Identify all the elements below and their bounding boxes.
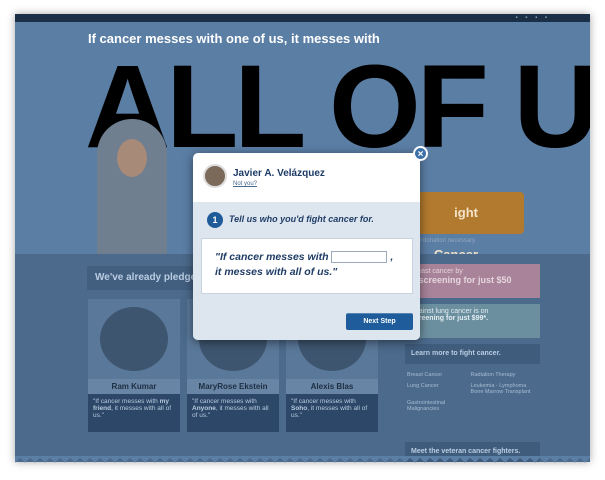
breast-screening-promo[interactable]: breast cancer by a screening for just $50: [405, 264, 540, 298]
flags-icon[interactable]: ▪ ▪ ▪ ▪: [515, 15, 550, 21]
quote-part2: it messes with all of us.": [215, 266, 338, 278]
learn-link[interactable]: Leukemia - Lymphoma Bone Marrow Transpla…: [471, 383, 533, 395]
avatar: [203, 164, 227, 188]
step-number: 1: [207, 212, 223, 228]
quote-box: "If cancer messes with , it messes with …: [201, 238, 413, 294]
learn-link[interactable]: Lung Cancer: [407, 383, 469, 389]
learn-links: Breast Cancer Radiation Therapy Lung Can…: [407, 372, 542, 417]
fight-for-input[interactable]: [331, 251, 388, 264]
fight-cancer-button[interactable]: ight Cancer: [408, 192, 524, 262]
torn-edge: [15, 456, 590, 466]
pledge-card[interactable]: Ram Kumar "If cancer messes with my frie…: [88, 299, 180, 432]
user-name: Javier A. Velázquez: [233, 168, 325, 179]
featured-person-photo: [97, 119, 167, 259]
step-indicator: 1: [201, 212, 223, 228]
pledge-quote: "If cancer messes with Anyone, it messes…: [187, 394, 279, 432]
learn-link[interactable]: Radiation Therapy: [471, 372, 533, 378]
quote-part1: "If cancer messes with: [215, 251, 329, 263]
pledge-name: Ram Kumar: [88, 379, 180, 394]
avatar: [100, 307, 168, 371]
pledge-name: Alexis Blas: [286, 379, 378, 394]
step-label: Tell us who you'd fight cancer for.: [229, 214, 374, 224]
quote-comma: ,: [390, 251, 394, 263]
learn-more-heading: Learn more to fight cancer.: [405, 344, 540, 364]
pledge-quote: "If cancer messes with my friend, it mes…: [88, 394, 180, 432]
learn-link[interactable]: Breast Cancer: [407, 372, 469, 378]
learn-link[interactable]: Gastrointestinal Malignancies: [407, 400, 469, 412]
not-you-link[interactable]: Not you?: [233, 181, 257, 187]
pledge-name: MaryRose Ekstein: [187, 379, 279, 394]
modal-body: 1 Tell us who you'd fight cancer for. "I…: [193, 202, 420, 340]
close-icon[interactable]: ×: [413, 146, 428, 161]
next-step-button[interactable]: Next Step: [346, 313, 413, 330]
lung-screening-promo[interactable]: against lung cancer is on screening for j…: [405, 304, 540, 338]
pledge-quote: "If cancer messes with Soho, it messes w…: [286, 394, 378, 432]
top-bar: ▪ ▪ ▪ ▪: [15, 14, 590, 22]
pledge-modal: × Javier A. Velázquez Not you? 1 Tell us…: [193, 146, 428, 340]
